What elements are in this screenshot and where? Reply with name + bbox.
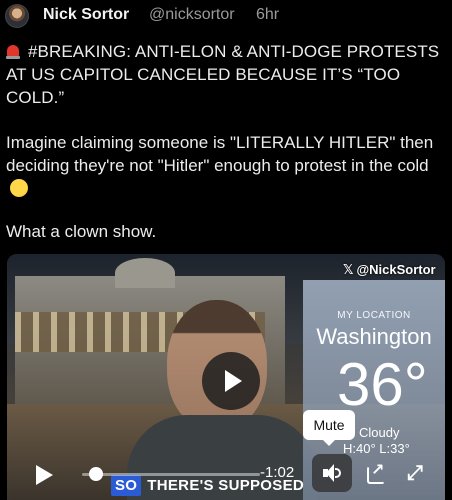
play-icon[interactable] (34, 464, 54, 486)
progress-bar[interactable] (82, 473, 260, 476)
mute-tooltip: Mute (303, 410, 355, 446)
post-time[interactable]: 6hr (256, 6, 279, 24)
video-controls: -1:02 ⤢ (7, 454, 445, 500)
progress-knob[interactable] (89, 467, 104, 481)
volume-icon (323, 464, 343, 482)
post-closing: What a clown show. (6, 222, 157, 241)
video-watermark: 𝕏 @NickSortor (343, 262, 436, 278)
laughing-emoji-icon (10, 179, 28, 197)
author-handle[interactable]: @nicksortor (149, 6, 235, 24)
weather-city: Washington (316, 324, 432, 349)
avatar[interactable] (5, 4, 29, 28)
weather-location-label: MY LOCATION (337, 310, 411, 321)
video-player[interactable]: MY LOCATION Washington 36° Cloudy H:40° … (7, 254, 445, 500)
big-play-button[interactable] (202, 352, 260, 410)
volume-button[interactable] (312, 454, 352, 492)
fullscreen-icon[interactable]: ⤢ (407, 462, 423, 485)
weather-condition: Cloudy (359, 425, 400, 440)
post-body: Imagine claiming someone is "LITERALLY H… (6, 131, 446, 200)
author-name[interactable]: Nick Sortor (43, 6, 129, 24)
popout-icon[interactable] (367, 460, 385, 484)
headline-text: #BREAKING: ANTI-ELON & ANTI-DOGE PROTEST… (6, 42, 440, 107)
weather-temperature: 36° (337, 351, 428, 418)
x-logo-icon: 𝕏 (343, 262, 354, 277)
watermark-handle: @NickSortor (356, 262, 436, 277)
body-text: Imagine claiming someone is "LITERALLY H… (6, 133, 434, 175)
siren-icon (6, 43, 20, 59)
time-remaining: -1:02 (260, 464, 295, 481)
post-header: Nick Sortor @nicksortor 6hr (0, 0, 452, 32)
post-headline: #BREAKING: ANTI-ELON & ANTI-DOGE PROTEST… (6, 40, 446, 109)
